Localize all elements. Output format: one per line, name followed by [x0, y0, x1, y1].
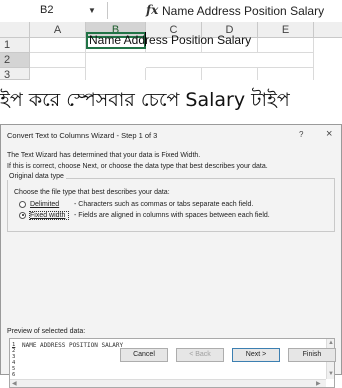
cell-e1[interactable]: [258, 38, 314, 53]
cell-c3[interactable]: [146, 68, 202, 80]
group-legend: Original data type: [7, 173, 66, 180]
dialog-title: Convert Text to Columns Wizard - Step 1 …: [7, 131, 158, 140]
fixed-width-radio[interactable]: [19, 211, 26, 219]
cell-d2[interactable]: [202, 53, 258, 68]
formula-bar: B2 ▼ fx Name Address Position Salary: [0, 0, 342, 23]
delimited-radio[interactable]: [19, 200, 26, 208]
scroll-up-icon[interactable]: ▲: [328, 340, 334, 346]
text-cursor: [145, 32, 146, 46]
cell-a1[interactable]: [30, 38, 86, 53]
finish-button[interactable]: Finish: [288, 348, 336, 362]
name-box[interactable]: B2 ▼: [0, 2, 108, 19]
row-header-1[interactable]: 1: [0, 38, 30, 53]
wizard-info-line: The Text Wizard has determined that your…: [7, 152, 201, 159]
cell-d3[interactable]: [202, 68, 258, 80]
scroll-right-icon[interactable]: ▶: [316, 380, 321, 387]
help-button[interactable]: ?: [299, 130, 303, 139]
cell-c2[interactable]: [146, 53, 202, 68]
delimited-description: - Characters such as commas or tabs sepa…: [74, 200, 254, 208]
instruction-caption: ইপ করে স্পেসবার চেপে Salary টাইপ: [0, 80, 342, 120]
data-preview-box[interactable]: 1 2 3 4 5 6 NAME ADDRESS POSITION SALARY…: [9, 338, 335, 388]
worksheet-grid: A B C D E 1 2 3: [0, 22, 342, 80]
preview-data-line: NAME ADDRESS POSITION SALARY: [22, 342, 124, 349]
close-icon[interactable]: ×: [326, 128, 332, 140]
choose-file-type-label: Choose the file type that best describes…: [14, 189, 170, 196]
name-box-value: B2: [40, 4, 54, 16]
row-header-3[interactable]: 3: [0, 68, 30, 80]
select-all-corner[interactable]: [0, 22, 30, 38]
cancel-button[interactable]: Cancel: [120, 348, 168, 362]
preview-horizontal-scrollbar[interactable]: ◀ ▶: [10, 379, 326, 387]
column-header-f[interactable]: [314, 22, 342, 38]
cell-a3[interactable]: [30, 68, 86, 80]
cell-b2-text: Name Address Position Salary: [89, 33, 252, 47]
scroll-down-icon[interactable]: ▼: [328, 371, 334, 377]
fixed-width-label[interactable]: Fixed width: [29, 210, 69, 220]
row-header-2[interactable]: 2: [0, 53, 30, 68]
name-box-dropdown-icon[interactable]: ▼: [88, 2, 96, 19]
scroll-left-icon[interactable]: ◀: [12, 380, 17, 387]
fixed-width-option[interactable]: Fixed width - Fields are aligned in colu…: [19, 210, 270, 220]
preview-row-number: 6: [12, 372, 16, 378]
preview-label: Preview of selected data:: [7, 328, 86, 335]
column-header-a[interactable]: A: [30, 22, 86, 38]
wizard-instruction-line: If this is correct, choose Next, or choo…: [7, 163, 268, 170]
cell-e2[interactable]: [258, 53, 314, 68]
cell-b3[interactable]: [86, 68, 146, 80]
delimited-option[interactable]: Delimited - Characters such as commas or…: [19, 199, 253, 209]
text-to-columns-wizard-dialog: Convert Text to Columns Wizard - Step 1 …: [0, 124, 342, 388]
cell-a2[interactable]: [30, 53, 86, 68]
cell-e3[interactable]: [258, 68, 314, 80]
formula-input[interactable]: Name Address Position Salary: [162, 4, 324, 18]
next-button[interactable]: Next >: [232, 348, 280, 362]
column-header-e[interactable]: E: [258, 22, 314, 38]
back-button[interactable]: < Back: [176, 348, 224, 362]
excel-snippet: B2 ▼ fx Name Address Position Salary A B…: [0, 0, 342, 80]
fixed-width-description: - Fields are aligned in columns with spa…: [74, 211, 270, 219]
delimited-label[interactable]: Delimited: [30, 201, 68, 208]
insert-function-icon[interactable]: fx: [146, 3, 158, 17]
